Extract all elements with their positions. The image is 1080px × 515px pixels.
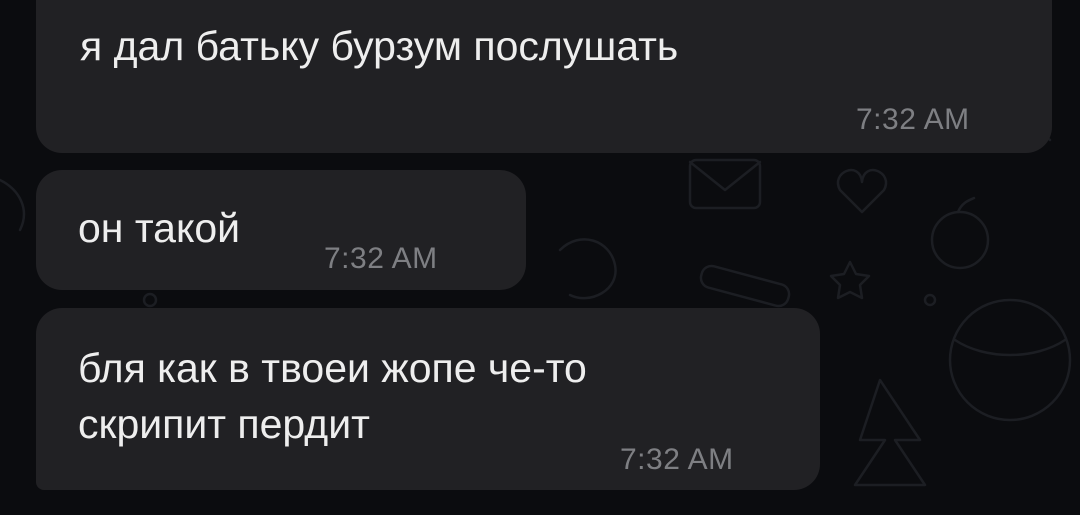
- dot-doodle-2: [923, 293, 937, 307]
- ball-doodle: [948, 298, 1072, 422]
- envelope-flap-doodle: [688, 160, 762, 192]
- envelope-doodle: [688, 158, 762, 210]
- star-doodle: [829, 260, 871, 300]
- message-text: он такой: [78, 205, 241, 251]
- apple-doodle: [930, 210, 990, 270]
- message-text: бля как в твоеи жопе че-то скрипит перди…: [78, 345, 587, 447]
- leaf-doodle: [0, 178, 26, 232]
- pencil-doodle: [699, 264, 791, 308]
- dot-doodle: [142, 292, 158, 308]
- tree-doodle: [853, 378, 927, 487]
- ball-line-doodle: [953, 338, 1067, 357]
- message-bubble[interactable]: я дал батьку бурзум послушать 7:32 AM: [36, 0, 1052, 153]
- apple-stem-doodle: [956, 196, 976, 214]
- message-timestamp: 7:32 AM: [324, 242, 438, 275]
- heart-doodle: [836, 169, 888, 214]
- message-bubble[interactable]: он такой 7:32 AM: [36, 170, 526, 290]
- message-timestamp: 7:32 AM: [856, 103, 970, 136]
- message-bubble[interactable]: бля как в твоеи жопе че-то скрипит перди…: [36, 308, 820, 490]
- swirl-doodle: [558, 238, 617, 300]
- message-timestamp: 7:32 AM: [620, 443, 734, 476]
- message-text: я дал батьку бурзум послушать: [80, 23, 679, 69]
